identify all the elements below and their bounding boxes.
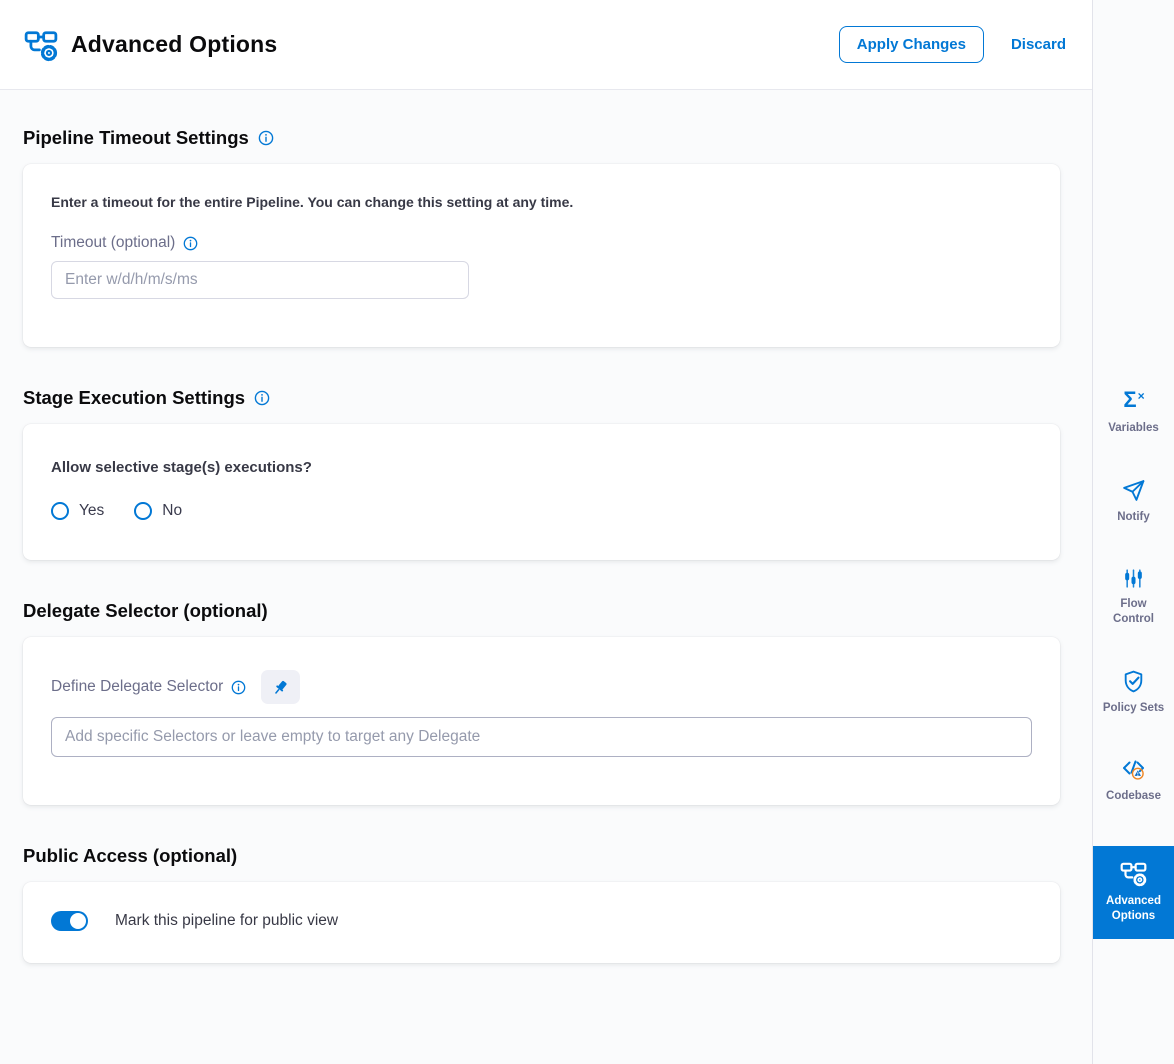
sidebar-item-policy-sets[interactable]: Policy Sets [1093, 669, 1174, 716]
sidebar-item-variables[interactable]: Σ× Variables [1093, 388, 1174, 436]
flow-control-icon [1122, 567, 1145, 590]
sidebar-item-label: Variables [1108, 421, 1159, 436]
info-icon[interactable] [183, 236, 198, 251]
sidebar-item-label: Advanced Options [1099, 894, 1169, 924]
policy-sets-icon [1121, 669, 1146, 694]
radio-option-no[interactable]: No [134, 502, 182, 520]
sidebar-item-advanced-options[interactable]: Advanced Options [1093, 846, 1174, 939]
sidebar-item-codebase[interactable]: Codebase [1093, 758, 1174, 804]
delegate-heading-text: Delegate Selector (optional) [23, 600, 268, 622]
header-actions: Apply Changes Discard [839, 26, 1066, 63]
public-view-toggle-row: Mark this pipeline for public view [51, 911, 1032, 931]
pin-icon [271, 678, 290, 697]
timeout-section-heading: Pipeline Timeout Settings [23, 127, 1060, 149]
timeout-field-label: Timeout (optional) [51, 234, 1032, 252]
page-title: Advanced Options [71, 31, 277, 58]
public-access-section-heading: Public Access (optional) [23, 845, 1060, 867]
sidebar-item-label: Flow Control [1099, 597, 1169, 627]
delegate-section-heading: Delegate Selector (optional) [23, 600, 1060, 622]
stage-execution-heading-text: Stage Execution Settings [23, 387, 245, 409]
stage-execution-section-heading: Stage Execution Settings [23, 387, 1060, 409]
variables-icon: Σ× [1123, 388, 1143, 414]
radio-button-icon[interactable] [134, 502, 152, 520]
sidebar-item-label: Codebase [1106, 789, 1161, 804]
radio-label: No [162, 502, 182, 520]
radio-option-yes[interactable]: Yes [51, 502, 104, 520]
info-icon[interactable] [254, 390, 270, 406]
timeout-input[interactable] [51, 261, 469, 299]
info-icon[interactable] [258, 130, 274, 146]
sidebar-item-label: Policy Sets [1103, 701, 1164, 716]
main-panel: Advanced Options Apply Changes Discard P… [0, 0, 1092, 1064]
apply-changes-button[interactable]: Apply Changes [839, 26, 984, 63]
selective-stage-radio-group: Yes No [51, 502, 1032, 520]
sigma-glyph: Σ [1123, 388, 1136, 412]
codebase-icon [1121, 758, 1147, 782]
sidebar-item-flow-control[interactable]: Flow Control [1093, 567, 1174, 627]
timeout-heading-text: Pipeline Timeout Settings [23, 127, 249, 149]
advanced-options-content: Pipeline Timeout Settings Enter a timeou… [0, 90, 1092, 1064]
discard-button[interactable]: Discard [1011, 36, 1066, 53]
delegate-selector-input[interactable] [51, 717, 1032, 757]
public-access-heading-text: Public Access (optional) [23, 845, 237, 867]
public-view-toggle-label: Mark this pipeline for public view [115, 912, 338, 930]
sidebar-item-label: Notify [1117, 510, 1150, 525]
toggle-knob [70, 913, 86, 929]
right-sidebar: Σ× Variables Notify [1092, 0, 1174, 1064]
header-bar: Advanced Options Apply Changes Discard [0, 0, 1092, 90]
pipeline-gear-icon [24, 28, 58, 62]
delegate-label-text: Define Delegate Selector [51, 678, 223, 696]
public-view-toggle[interactable] [51, 911, 88, 931]
public-access-card: Mark this pipeline for public view [23, 882, 1060, 963]
timeout-label-text: Timeout (optional) [51, 234, 175, 252]
timeout-description: Enter a timeout for the entire Pipeline.… [51, 194, 1032, 210]
delegate-card: Define Delegate Selector [23, 637, 1060, 805]
sidebar-item-notify[interactable]: Notify [1093, 478, 1174, 525]
sidebar-nav: Σ× Variables Notify [1093, 388, 1174, 939]
radio-button-icon[interactable] [51, 502, 69, 520]
timeout-card: Enter a timeout for the entire Pipeline.… [23, 164, 1060, 347]
stage-execution-card: Allow selective stage(s) executions? Yes… [23, 424, 1060, 560]
sigma-x-glyph: × [1138, 389, 1145, 403]
selective-stage-question: Allow selective stage(s) executions? [51, 459, 1032, 476]
delegate-field-label: Define Delegate Selector [51, 678, 246, 696]
radio-label: Yes [79, 502, 104, 520]
notify-icon [1121, 478, 1146, 503]
pin-button[interactable] [261, 670, 300, 704]
delegate-label-row: Define Delegate Selector [51, 670, 1032, 704]
advanced-options-icon [1120, 860, 1147, 887]
info-icon[interactable] [231, 680, 246, 695]
